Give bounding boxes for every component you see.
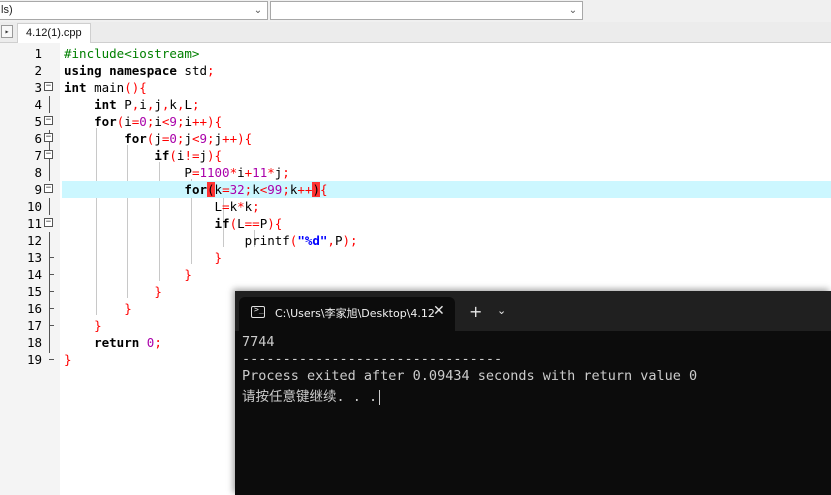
code-line[interactable]: 5 − for(i=0;i<9;i++){ (0, 113, 831, 130)
code-text: P=1100*i+11*j; (64, 165, 290, 180)
code-line[interactable]: 3 − int main(){ (0, 79, 831, 96)
terminal-app-icon: >_ (251, 305, 265, 318)
terminal-prompt-line: 请按任意键继续. . . (242, 385, 381, 405)
code-line[interactable]: 12 printf("%d",P); (0, 232, 831, 249)
line-number: 18 (26, 335, 42, 350)
line-number: 15 (26, 284, 42, 299)
tab-nav-icon[interactable]: ▸ (1, 25, 13, 38)
fold-toggle-icon[interactable]: − (44, 82, 53, 91)
terminal-output-line: -------------------------------- (242, 351, 503, 367)
code-line[interactable]: 2 using namespace std; (0, 62, 831, 79)
code-text: for(j=0;j<9;j++){ (124, 131, 253, 146)
line-number: 4 (34, 97, 42, 112)
line-number: 13 (26, 250, 42, 265)
right-combo-box[interactable]: ⌄ (270, 1, 583, 20)
chevron-down-icon[interactable]: ⌄ (567, 2, 579, 19)
line-number: 11 (26, 216, 42, 231)
line-number: 9 (34, 182, 42, 197)
line-number: 17 (26, 318, 42, 333)
line-number: 3 (34, 80, 42, 95)
terminal-output-line: 请按任意键继续. . . (242, 389, 378, 405)
code-text: } (124, 301, 132, 316)
code-text: if(L==P){ (214, 216, 283, 231)
close-icon[interactable]: ✕ (433, 303, 445, 319)
terminal-tab-title: C:\Users\李家旭\Desktop\4.12 (275, 307, 435, 320)
line-number: 2 (34, 63, 42, 78)
code-text: } (214, 250, 223, 265)
code-text: int P,i,j,k,L; (94, 97, 200, 112)
code-text: for(i=0;i<9;i++){ (94, 114, 223, 129)
file-tab-bar: ▸ 4.12(1).cpp (0, 22, 831, 43)
line-number: 1 (34, 46, 42, 61)
code-text: } (64, 352, 72, 367)
fold-toggle-icon[interactable]: − (44, 116, 53, 125)
fold-toggle-icon[interactable]: − (44, 133, 53, 142)
terminal-output-line: 7744 (242, 334, 275, 350)
code-line[interactable]: 11 − if(L==P){ (0, 215, 831, 232)
line-number: 16 (26, 301, 42, 316)
terminal-tab[interactable]: >_ C:\Users\李家旭\Desktop\4.12 ✕ (239, 297, 455, 331)
line-number: 6 (34, 131, 42, 146)
fold-toggle-icon[interactable]: − (44, 184, 53, 193)
code-line-current[interactable]: 9 − for(k=32;k<99;k++){ (0, 181, 831, 198)
code-line[interactable]: 7 − if(i!=j){ (0, 147, 831, 164)
line-number: 14 (26, 267, 42, 282)
code-line[interactable]: 8 P=1100*i+11*j; (0, 164, 831, 181)
plus-icon[interactable]: + (469, 302, 482, 321)
line-number: 19 (26, 352, 42, 367)
code-line[interactable]: 13 } (0, 249, 831, 266)
line-number: 5 (34, 114, 42, 129)
fold-toggle-icon[interactable]: − (44, 150, 53, 159)
code-line[interactable]: 14 } (0, 266, 831, 283)
code-text: } (154, 284, 162, 299)
left-combo-box[interactable]: ls) ⌄ (0, 1, 268, 20)
terminal-titlebar[interactable]: >_ C:\Users\李家旭\Desktop\4.12 ✕ + ⌄ (235, 291, 831, 331)
code-line[interactable]: 10 L=k*k; (0, 198, 831, 215)
code-text: for(k=32;k<99;k++){ (184, 182, 328, 197)
code-line[interactable]: 6 − for(j=0;j<9;j++){ (0, 130, 831, 147)
code-line[interactable]: 1 #include<iostream> (0, 45, 831, 62)
code-text: } (94, 318, 102, 333)
toolbar: ls) ⌄ ⌄ (0, 0, 831, 22)
code-text: int main(){ (64, 80, 147, 95)
code-text: using namespace std; (64, 63, 215, 78)
chevron-down-icon[interactable]: ⌄ (497, 304, 506, 317)
chevron-down-icon[interactable]: ⌄ (252, 2, 264, 19)
terminal-window[interactable]: >_ C:\Users\李家旭\Desktop\4.12 ✕ + ⌄ 7744 … (235, 291, 831, 495)
code-text: L=k*k; (64, 199, 260, 214)
code-text: printf("%d",P); (64, 233, 358, 248)
code-text: } (184, 267, 192, 282)
code-text: #include<iostream> (64, 46, 200, 61)
code-line[interactable]: 4 int P,i,j,k,L; (0, 96, 831, 113)
line-number: 8 (34, 165, 42, 180)
left-combo-value: ls) (1, 4, 13, 16)
tab-file-4-12-1-cpp[interactable]: 4.12(1).cpp (17, 23, 91, 43)
line-number: 12 (26, 233, 42, 248)
text-cursor (379, 389, 381, 405)
line-number: 10 (26, 199, 42, 214)
fold-toggle-icon[interactable]: − (44, 218, 53, 227)
code-text: return 0; (94, 335, 162, 350)
line-number: 7 (34, 148, 42, 163)
code-text: if(i!=j){ (154, 148, 223, 163)
terminal-output-line: Process exited after 0.09434 seconds wit… (242, 368, 698, 384)
